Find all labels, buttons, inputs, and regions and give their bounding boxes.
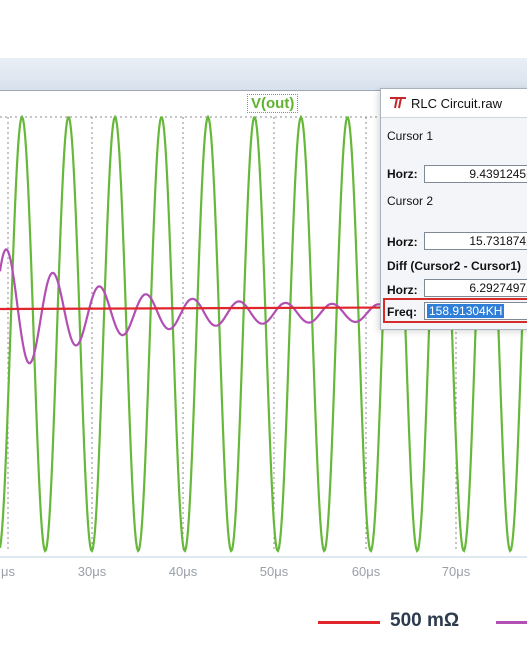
legend-label-500mohm: 500 mΩ <box>390 610 460 631</box>
cursor2-horz-field[interactable]: 15.731874μs <box>424 232 527 250</box>
x-tick-label: 30μs <box>77 564 107 579</box>
diff-horz-field[interactable]: 6.2927497μs <box>424 279 527 297</box>
diff-freq-label: Freq: <box>387 305 417 319</box>
cursor1-horz-label: Horz: <box>387 167 418 181</box>
page-top-area <box>0 0 527 58</box>
x-tick-label: 60μs <box>351 564 381 579</box>
diff-horz-label: Horz: <box>387 283 418 297</box>
cursor1-horz-field[interactable]: 9.4391245μs <box>424 165 527 183</box>
cursor-dialog[interactable]: RLC Circuit.raw Cursor 1 Horz: 9.4391245… <box>380 88 527 330</box>
trace-label-vout[interactable]: V(out) <box>247 94 299 113</box>
diff-group-label: Diff (Cursor2 - Cursor1) <box>387 259 522 273</box>
x-tick-label: 40μs <box>168 564 198 579</box>
cursor-dialog-titlebar[interactable]: RLC Circuit.raw <box>381 89 527 118</box>
x-tick-label: 50μs <box>259 564 289 579</box>
cursor1-group-label: Cursor 1 <box>387 129 434 143</box>
x-tick-label: 70μs <box>441 564 471 579</box>
cursor-dialog-title: RLC Circuit.raw <box>411 96 503 111</box>
legend: 500 mΩ <box>0 592 527 649</box>
cursor2-horz-label: Horz: <box>387 235 418 249</box>
legend-swatch-purple <box>496 621 527 624</box>
x-tick-label: μs <box>1 564 15 579</box>
legend-swatch-red <box>318 621 380 624</box>
ltspice-logo-icon <box>390 97 406 109</box>
diff-freq-field[interactable]: 158.91304KH <box>424 302 527 320</box>
cursor2-group-label: Cursor 2 <box>387 194 434 208</box>
waveform-window-titlebar <box>0 58 527 90</box>
diff-freq-selected-text: 158.91304KH <box>427 304 505 318</box>
